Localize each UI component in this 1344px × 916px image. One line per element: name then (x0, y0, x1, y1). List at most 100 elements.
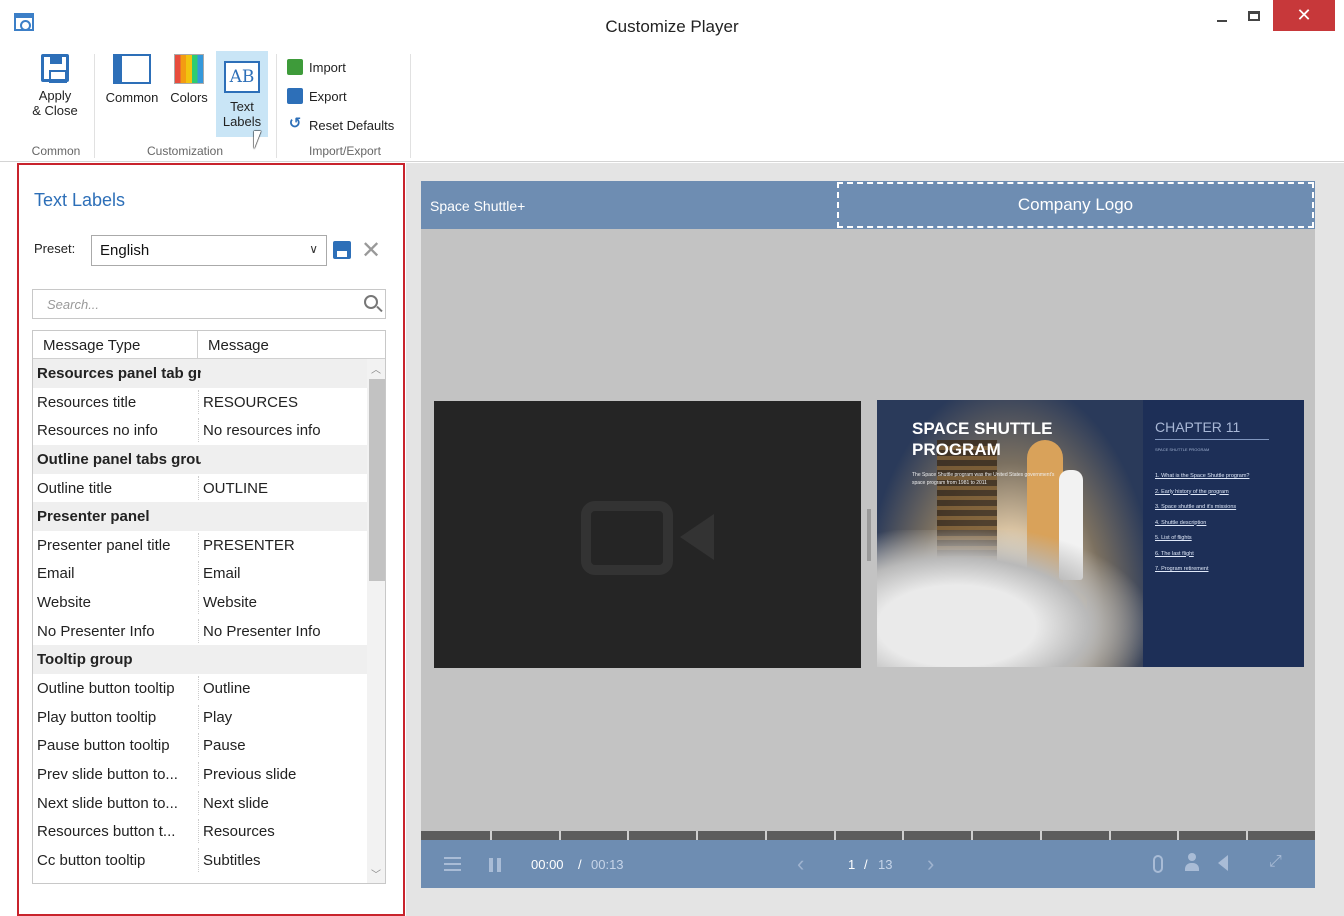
slide-thumbnail: SPACE SHUTTLE PROGRAM The Space Shuttle … (877, 400, 1304, 667)
table-row[interactable]: Presenter panel title PRESENTER (33, 531, 367, 560)
message-cell[interactable]: Next slide (203, 795, 269, 812)
menu-icon[interactable] (444, 857, 461, 871)
message-cell[interactable]: Play (203, 709, 232, 726)
message-cell[interactable]: PRESENTER (203, 537, 295, 554)
group-label-import-export: Import/Export (308, 144, 382, 158)
table-row[interactable]: No Presenter Info No Presenter Info (33, 617, 367, 646)
message-cell[interactable]: Pause (203, 737, 246, 754)
splitter-handle[interactable] (867, 509, 871, 561)
scroll-thumb[interactable] (369, 379, 385, 581)
message-type-cell: Resources title (37, 393, 137, 411)
table-row[interactable]: Website Website (33, 588, 367, 617)
message-cell[interactable]: Resources (203, 823, 275, 840)
progress-bar[interactable] (421, 831, 1315, 840)
message-cell[interactable]: OUTLINE (203, 480, 268, 497)
message-cell[interactable]: No resources info (203, 422, 321, 439)
progress-tick (1040, 831, 1042, 840)
apply-close-button[interactable]: Apply & Close (24, 54, 86, 118)
import-button[interactable]: Import (287, 59, 346, 75)
export-button[interactable]: Export (287, 88, 347, 104)
message-type-cell: Play button tooltip (37, 708, 157, 726)
text-labels-button[interactable]: AB Text Labels (216, 51, 268, 137)
pause-icon[interactable] (489, 858, 501, 872)
text-labels-panel: Text Labels Preset: English ∨ ✕ Search..… (17, 163, 405, 916)
common-button[interactable]: Common (101, 54, 163, 105)
presenter-icon[interactable] (1185, 853, 1199, 873)
search-input[interactable]: Search... (32, 289, 386, 319)
table-row[interactable]: Email Email (33, 559, 367, 588)
cell-divider (198, 761, 199, 786)
toc-item: 6. The last flight (1155, 550, 1194, 557)
colors-button[interactable]: Colors (165, 54, 213, 105)
next-slide-icon[interactable]: › (927, 851, 934, 877)
table-row[interactable]: Play button tooltip Play (33, 703, 367, 732)
player-header: Space Shuttle+ Company Logo (421, 181, 1315, 229)
cell-divider (198, 475, 199, 500)
progress-tick (1246, 831, 1248, 840)
table-row[interactable]: Pause button tooltip Pause (33, 731, 367, 760)
reset-defaults-button[interactable]: ↺ Reset Defaults (287, 115, 395, 133)
message-type-cell: Resources button t... (37, 823, 176, 841)
volume-icon[interactable] (1218, 855, 1228, 871)
table-row[interactable]: Cc button tooltip Subtitles (33, 846, 367, 875)
message-cell[interactable]: Email (203, 565, 241, 582)
slide-subtitle: The Space Shuttle program was the United… (912, 472, 1055, 486)
slide-toc: 1. What is the Space Shuttle program? 2. … (1155, 469, 1249, 578)
group-name: Outline panel tabs group (37, 450, 201, 468)
maximize-button[interactable] (1238, 0, 1270, 31)
reset-defaults-label: Reset Defaults (309, 117, 395, 133)
message-type-cell: Email (37, 565, 75, 583)
message-cell[interactable]: RESOURCES (203, 394, 298, 411)
message-type-cell: Prev slide button to... (37, 765, 178, 783)
table-row[interactable]: Resources button t... Resources (33, 817, 367, 846)
delete-preset-icon[interactable]: ✕ (361, 236, 381, 264)
group-label-customization: Customization (146, 144, 224, 158)
preset-dropdown[interactable]: English ∨ (91, 235, 327, 266)
progress-tick (1109, 831, 1111, 840)
message-cell[interactable]: Previous slide (203, 766, 296, 783)
cell-divider (198, 704, 199, 729)
cell-divider (198, 847, 199, 872)
table-row[interactable]: Prev slide button to... Previous slide (33, 760, 367, 789)
column-header-message[interactable]: Message (208, 337, 269, 354)
attachment-icon[interactable] (1153, 855, 1163, 873)
close-button[interactable]: ✕ (1273, 0, 1335, 31)
ribbon-divider (276, 54, 277, 158)
window-title: Customize Player (605, 17, 739, 36)
player-controls: 00:00 / 00:13 ‹ 1 / 13 › ⤢ (421, 831, 1315, 888)
table-scrollbar[interactable]: ︿ ﹀ (367, 359, 385, 883)
table-group-row[interactable]: Tooltip group (33, 645, 367, 675)
table-row[interactable]: Next slide button to... Next slide (33, 789, 367, 818)
import-label: Import (309, 59, 346, 75)
cell-divider (198, 733, 199, 758)
progress-tick (971, 831, 973, 840)
reset-icon: ↺ (288, 115, 302, 132)
table-row[interactable]: Outline title OUTLINE (33, 474, 367, 503)
table-row[interactable]: Resources title RESOURCES (33, 388, 367, 417)
column-header-message-type[interactable]: Message Type (43, 337, 140, 354)
prev-slide-icon[interactable]: ‹ (797, 851, 804, 877)
save-apply-icon (41, 54, 69, 83)
save-preset-icon[interactable] (333, 241, 351, 259)
table-group-row[interactable]: Outline panel tabs group (33, 444, 367, 474)
fullscreen-icon[interactable]: ⤢ (1269, 853, 1282, 871)
table-row[interactable]: Outline button tooltip Outline (33, 674, 367, 703)
slide-toc-panel: CHAPTER 11 SPACE SHUTTLE PROGRAM 1. What… (1143, 400, 1304, 667)
maximize-icon (1248, 10, 1260, 21)
scroll-up-icon[interactable]: ︿ (371, 361, 381, 376)
message-cell[interactable]: Subtitles (203, 852, 261, 869)
message-cell[interactable]: Website (203, 594, 257, 611)
message-cell[interactable]: Outline (203, 680, 251, 697)
text-labels-icon: AB (224, 61, 260, 93)
table-group-row[interactable]: Resources panel tab groups (33, 359, 367, 388)
company-logo-placeholder[interactable]: Company Logo (837, 182, 1314, 228)
import-icon (287, 59, 303, 75)
column-divider[interactable] (197, 331, 198, 359)
scroll-down-icon[interactable]: ﹀ (371, 866, 381, 881)
panel-splitter[interactable] (863, 509, 875, 561)
message-cell[interactable]: No Presenter Info (203, 623, 321, 640)
table-group-row[interactable]: Presenter panel (33, 502, 367, 531)
minimize-button[interactable] (1206, 0, 1238, 31)
page-separator: / (864, 857, 868, 872)
table-row[interactable]: Resources no info No resources info (33, 416, 367, 445)
